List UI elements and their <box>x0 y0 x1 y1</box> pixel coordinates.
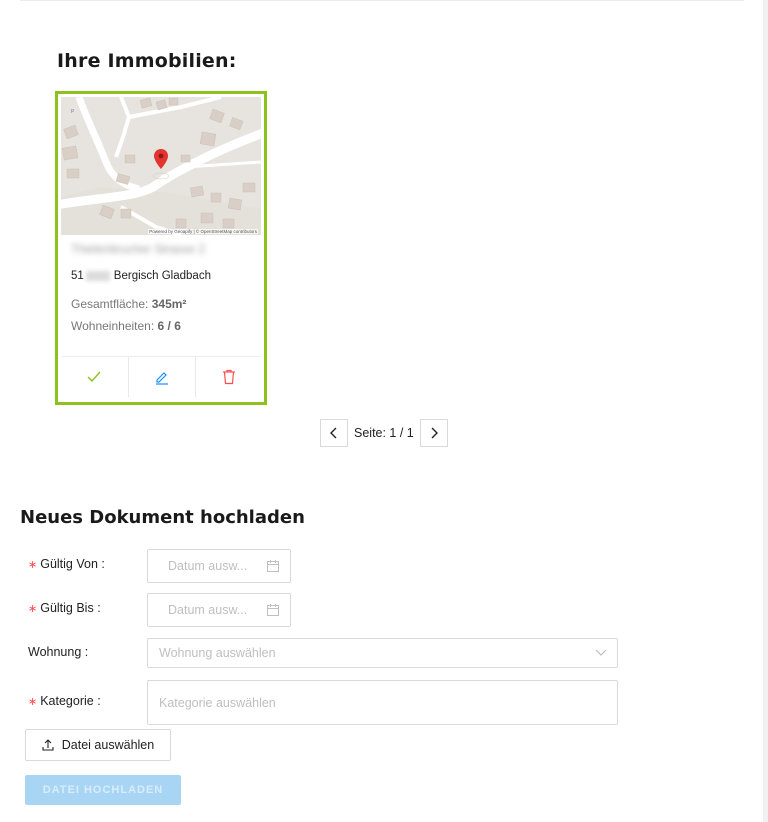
pagination: Seite: 1 / 1 <box>320 418 448 448</box>
upload-document-button[interactable]: DATEI HOCHLADEN <box>25 775 181 805</box>
map-attribution: Powered by Geoapify | © OpenStreetMap co… <box>148 229 258 234</box>
next-page-button[interactable] <box>419 419 448 447</box>
property-units: Wohneinheiten: 6 / 6 <box>71 319 181 333</box>
page-scrollbar[interactable] <box>763 0 768 822</box>
required-marker: ∗ <box>28 559 38 571</box>
required-marker: ∗ <box>28 603 38 615</box>
card-actions <box>61 356 261 397</box>
upload-heading: Neues Dokument hochladen <box>20 507 305 528</box>
select-property-button[interactable] <box>61 357 127 397</box>
chevron-down-icon <box>595 649 607 656</box>
zip-redaction <box>85 270 110 281</box>
delete-property-button[interactable] <box>195 357 262 397</box>
properties-heading: Ihre Immobilien: <box>57 50 237 72</box>
trash-icon <box>223 369 235 385</box>
property-zip-prefix: 51 <box>71 270 84 282</box>
valid-to-placeholder: Datum ausw... <box>168 603 248 617</box>
chevron-right-icon <box>431 427 438 439</box>
pencil-icon <box>156 372 168 385</box>
valid-to-label-text: Gültig Bis <box>40 601 94 615</box>
property-city-name: Bergisch Gladbach <box>113 270 211 282</box>
category-label: ∗ Kategorie : <box>28 694 101 708</box>
units-label: Wohneinheiten: <box>71 319 155 333</box>
valid-from-label-text: Gültig Von <box>40 557 98 571</box>
property-city: 51 Bergisch Gladbach <box>71 270 211 282</box>
apartment-label-text: Wohnung <box>28 645 82 659</box>
chevron-left-icon <box>330 427 337 439</box>
valid-from-label: ∗ Gültig Von : <box>28 557 105 571</box>
calendar-icon <box>267 604 279 616</box>
category-select[interactable]: Kategorie auswählen <box>147 680 618 725</box>
required-marker: ∗ <box>28 696 38 708</box>
property-street: Thielenbrucher Strasse 2 <box>71 242 206 256</box>
check-icon <box>87 371 101 383</box>
edit-property-button[interactable] <box>128 357 195 397</box>
choose-file-label: Datei auswählen <box>61 738 155 752</box>
apartment-select[interactable]: Wohnung auswählen <box>147 638 618 668</box>
valid-from-placeholder: Datum ausw... <box>168 559 248 573</box>
units-value: 6 / 6 <box>157 319 181 333</box>
choose-file-button[interactable]: Datei auswählen <box>25 729 171 761</box>
top-divider <box>20 0 744 1</box>
upload-icon <box>42 739 54 751</box>
category-placeholder: Kategorie auswählen <box>159 695 276 710</box>
valid-from-datepicker[interactable]: Datum ausw... <box>147 549 291 583</box>
valid-to-label: ∗ Gültig Bis : <box>28 601 101 615</box>
category-label-text: Kategorie <box>40 694 94 708</box>
valid-to-datepicker[interactable]: Datum ausw... <box>147 593 291 627</box>
property-area: Gesamtfläche: 345m² <box>71 297 186 311</box>
apartment-placeholder: Wohnung auswählen <box>159 646 276 660</box>
page-indicator: Seite: 1 / 1 <box>354 426 414 440</box>
property-map[interactable]: P Powered by Geoapify | © OpenStreetMap … <box>61 97 261 235</box>
calendar-icon <box>267 560 279 572</box>
property-card[interactable]: P Powered by Geoapify | © OpenStreetMap … <box>55 91 267 405</box>
apartment-label: Wohnung : <box>28 645 89 659</box>
area-value: 345m² <box>151 297 187 311</box>
prev-page-button[interactable] <box>320 419 348 447</box>
area-label: Gesamtfläche: <box>71 297 149 311</box>
